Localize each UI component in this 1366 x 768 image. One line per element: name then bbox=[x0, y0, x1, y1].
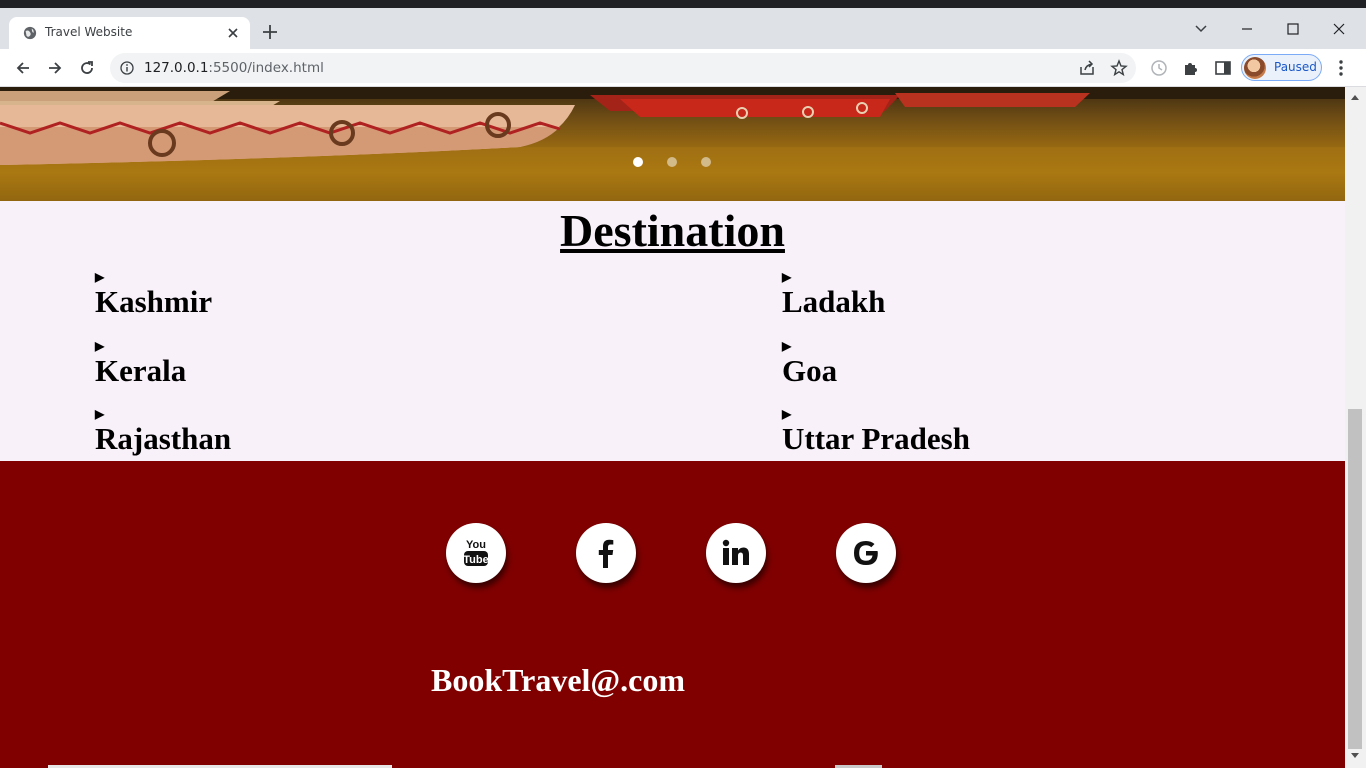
url-path: :5500/index.html bbox=[208, 60, 324, 76]
svg-text:Tube: Tube bbox=[463, 554, 488, 566]
footer: You Tube BookTravel@.com bbox=[0, 461, 1345, 768]
back-button[interactable] bbox=[10, 55, 36, 81]
arrow-right-icon bbox=[49, 62, 62, 74]
globe-icon bbox=[23, 26, 37, 40]
linkedin-icon bbox=[722, 539, 749, 565]
youtube-icon: You Tube bbox=[463, 539, 489, 566]
profile-button[interactable]: Paused bbox=[1241, 54, 1322, 81]
triangle-right-icon: ▶ bbox=[95, 270, 105, 284]
tab-bar: Travel Website bbox=[0, 8, 1366, 49]
destination-label: Kerala bbox=[95, 353, 187, 388]
info-icon[interactable] bbox=[120, 61, 134, 75]
extensions-puzzle-icon[interactable] bbox=[1182, 59, 1200, 77]
tab-travel-website[interactable]: Travel Website bbox=[9, 17, 250, 49]
youtube-link[interactable]: You Tube bbox=[446, 523, 506, 583]
maximize-button[interactable] bbox=[1270, 14, 1316, 44]
avatar bbox=[1244, 57, 1266, 79]
page-viewport: Destination ▶ Kashmir ▶ Kerala ▶ Rajasth… bbox=[0, 87, 1366, 768]
share-icon[interactable] bbox=[1078, 59, 1096, 77]
chevron-down-icon bbox=[1195, 25, 1207, 33]
vertical-scrollbar[interactable] bbox=[1345, 87, 1366, 768]
url-host: 127.0.0.1 bbox=[144, 60, 209, 76]
destination-label: Rajasthan bbox=[95, 421, 232, 456]
destination-item-rajasthan[interactable]: ▶ Rajasthan bbox=[95, 407, 231, 457]
minimize-button[interactable] bbox=[1224, 14, 1270, 44]
contact-email[interactable]: BookTravel@.com bbox=[431, 662, 685, 699]
address-bar[interactable]: 127.0.0.1:5500/index.html bbox=[110, 53, 1136, 83]
destination-label: Kashmir bbox=[95, 284, 213, 319]
destination-label: Ladakh bbox=[782, 284, 886, 319]
facebook-link[interactable] bbox=[576, 523, 636, 583]
triangle-right-icon: ▶ bbox=[95, 339, 105, 353]
extension-timer-icon[interactable] bbox=[1150, 59, 1168, 77]
carousel-dot-2[interactable] bbox=[667, 157, 677, 167]
linkedin-link[interactable] bbox=[706, 523, 766, 583]
boats-on-river-image bbox=[0, 87, 1345, 201]
triangle-right-icon: ▶ bbox=[95, 407, 105, 421]
triangle-right-icon: ▶ bbox=[782, 339, 792, 353]
tab-title: Travel Website bbox=[45, 25, 133, 39]
google-icon bbox=[854, 541, 878, 565]
destination-item-kerala[interactable]: ▶ Kerala bbox=[95, 339, 186, 389]
close-window-button[interactable] bbox=[1316, 14, 1362, 44]
destination-item-kashmir[interactable]: ▶ Kashmir bbox=[95, 270, 212, 320]
close-icon bbox=[1333, 23, 1345, 35]
destination-label: Uttar Pradesh bbox=[782, 421, 970, 456]
url-text[interactable]: 127.0.0.1:5500/index.html bbox=[144, 60, 324, 76]
profile-status-label: Paused bbox=[1274, 60, 1317, 74]
carousel-dot-1[interactable] bbox=[633, 157, 643, 167]
carousel-dot-3[interactable] bbox=[701, 157, 711, 167]
carousel-indicators bbox=[633, 157, 723, 169]
close-tab-icon[interactable] bbox=[225, 25, 241, 41]
destination-item-ladakh[interactable]: ▶ Ladakh bbox=[782, 270, 885, 320]
triangle-right-icon: ▶ bbox=[782, 407, 792, 421]
hero-carousel-image bbox=[0, 87, 1345, 201]
reload-icon bbox=[81, 61, 93, 74]
side-panel-icon[interactable] bbox=[1214, 59, 1232, 77]
facebook-icon bbox=[598, 539, 614, 568]
scroll-down-icon[interactable] bbox=[1350, 752, 1360, 760]
destination-label: Goa bbox=[782, 353, 838, 388]
destination-item-uttar-pradesh[interactable]: ▶ Uttar Pradesh bbox=[782, 407, 970, 457]
google-link[interactable] bbox=[836, 523, 896, 583]
scroll-up-icon[interactable] bbox=[1350, 93, 1360, 101]
destination-item-goa[interactable]: ▶ Goa bbox=[782, 339, 837, 389]
tab-search-button[interactable] bbox=[1178, 14, 1224, 44]
arrow-left-icon bbox=[16, 62, 29, 74]
window-top-strip bbox=[0, 0, 1366, 8]
scrollbar-thumb[interactable] bbox=[1348, 409, 1362, 749]
maximize-icon bbox=[1287, 23, 1299, 35]
new-tab-icon[interactable] bbox=[261, 23, 279, 41]
triangle-right-icon: ▶ bbox=[782, 270, 792, 284]
reload-button[interactable] bbox=[74, 55, 100, 81]
forward-button[interactable] bbox=[42, 55, 68, 81]
svg-text:You: You bbox=[466, 539, 486, 551]
browser-toolbar: 127.0.0.1:5500/index.html Paused bbox=[0, 49, 1366, 87]
minimize-icon bbox=[1242, 28, 1252, 30]
destination-heading: Destination bbox=[560, 205, 785, 256]
more-menu-icon[interactable] bbox=[1333, 57, 1349, 79]
bookmark-star-icon[interactable] bbox=[1110, 59, 1128, 77]
